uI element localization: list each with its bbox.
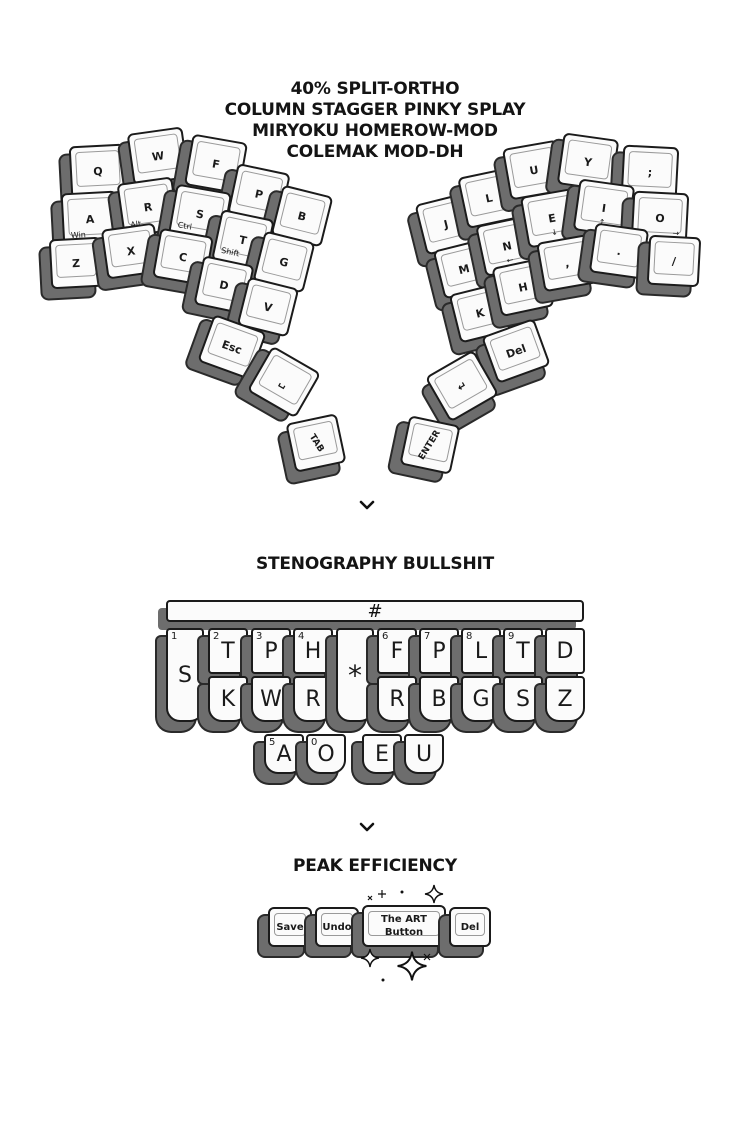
steno-key-t-left[interactable]: 2T <box>208 628 248 674</box>
undo-key[interactable]: Undo <box>315 907 359 947</box>
steno-key-a[interactable]: 5A <box>264 734 304 774</box>
peak-title: PEAK EFFICIENCY <box>293 856 457 876</box>
art-button-key[interactable]: The ART Button <box>362 905 446 947</box>
sparkle-icon <box>367 890 404 901</box>
steno-key-u[interactable]: U <box>404 734 444 774</box>
steno-key-w[interactable]: W <box>251 676 291 722</box>
sparkle-icon <box>423 953 431 961</box>
steno-key-p-left[interactable]: 3P <box>251 628 291 674</box>
sparkle-icon <box>360 948 380 968</box>
key-slash[interactable]: / <box>646 234 702 288</box>
split-title-line: COLUMN STAGGER PINKY SPLAY <box>224 100 526 120</box>
key-w[interactable]: W <box>126 126 190 186</box>
steno-key-z[interactable]: Z <box>545 676 585 722</box>
steno-key-p-right[interactable]: 7P <box>419 628 459 674</box>
key-period[interactable]: . <box>588 222 650 280</box>
steno-key-r-right[interactable]: R <box>377 676 417 722</box>
steno-key-k[interactable]: K <box>208 676 248 722</box>
key-return[interactable]: ↵ <box>424 349 500 423</box>
steno-key-r-left[interactable]: R <box>293 676 333 722</box>
steno-key-f[interactable]: 6F <box>377 628 417 674</box>
split-title-line: MIRYOKU HOMEROW-MOD <box>252 121 498 141</box>
sparkle-icon <box>424 884 444 904</box>
steno-title: STENOGRAPHY BULLSHIT <box>255 554 495 574</box>
steno-number-bar[interactable]: # <box>166 600 584 622</box>
steno-key-s-right[interactable]: S <box>503 676 543 722</box>
steno-key-g[interactable]: G <box>461 676 501 722</box>
key-enter[interactable]: ENTER <box>399 415 461 475</box>
split-title-line: 40% SPLIT-ORTHO <box>290 79 460 99</box>
steno-key-l[interactable]: 8L <box>461 628 501 674</box>
steno-key-e[interactable]: E <box>362 734 402 774</box>
key-tab[interactable]: TAB <box>285 413 347 473</box>
steno-key-star[interactable]: * <box>336 628 374 722</box>
del-key[interactable]: Del <box>449 907 491 947</box>
save-key[interactable]: Save <box>268 907 312 947</box>
chevron-down-icon <box>359 822 375 832</box>
chevron-down-icon <box>359 500 375 510</box>
steno-key-s[interactable]: 1S <box>166 628 204 722</box>
steno-key-d[interactable]: D <box>545 628 585 674</box>
sparkle-icon <box>381 978 385 982</box>
key-z[interactable]: Z <box>48 236 104 290</box>
steno-key-o[interactable]: 0O <box>306 734 346 774</box>
steno-key-t-right[interactable]: 9T <box>503 628 543 674</box>
steno-key-h[interactable]: 4H <box>293 628 333 674</box>
key-comma[interactable]: , <box>536 233 598 293</box>
steno-key-b[interactable]: B <box>419 676 459 722</box>
